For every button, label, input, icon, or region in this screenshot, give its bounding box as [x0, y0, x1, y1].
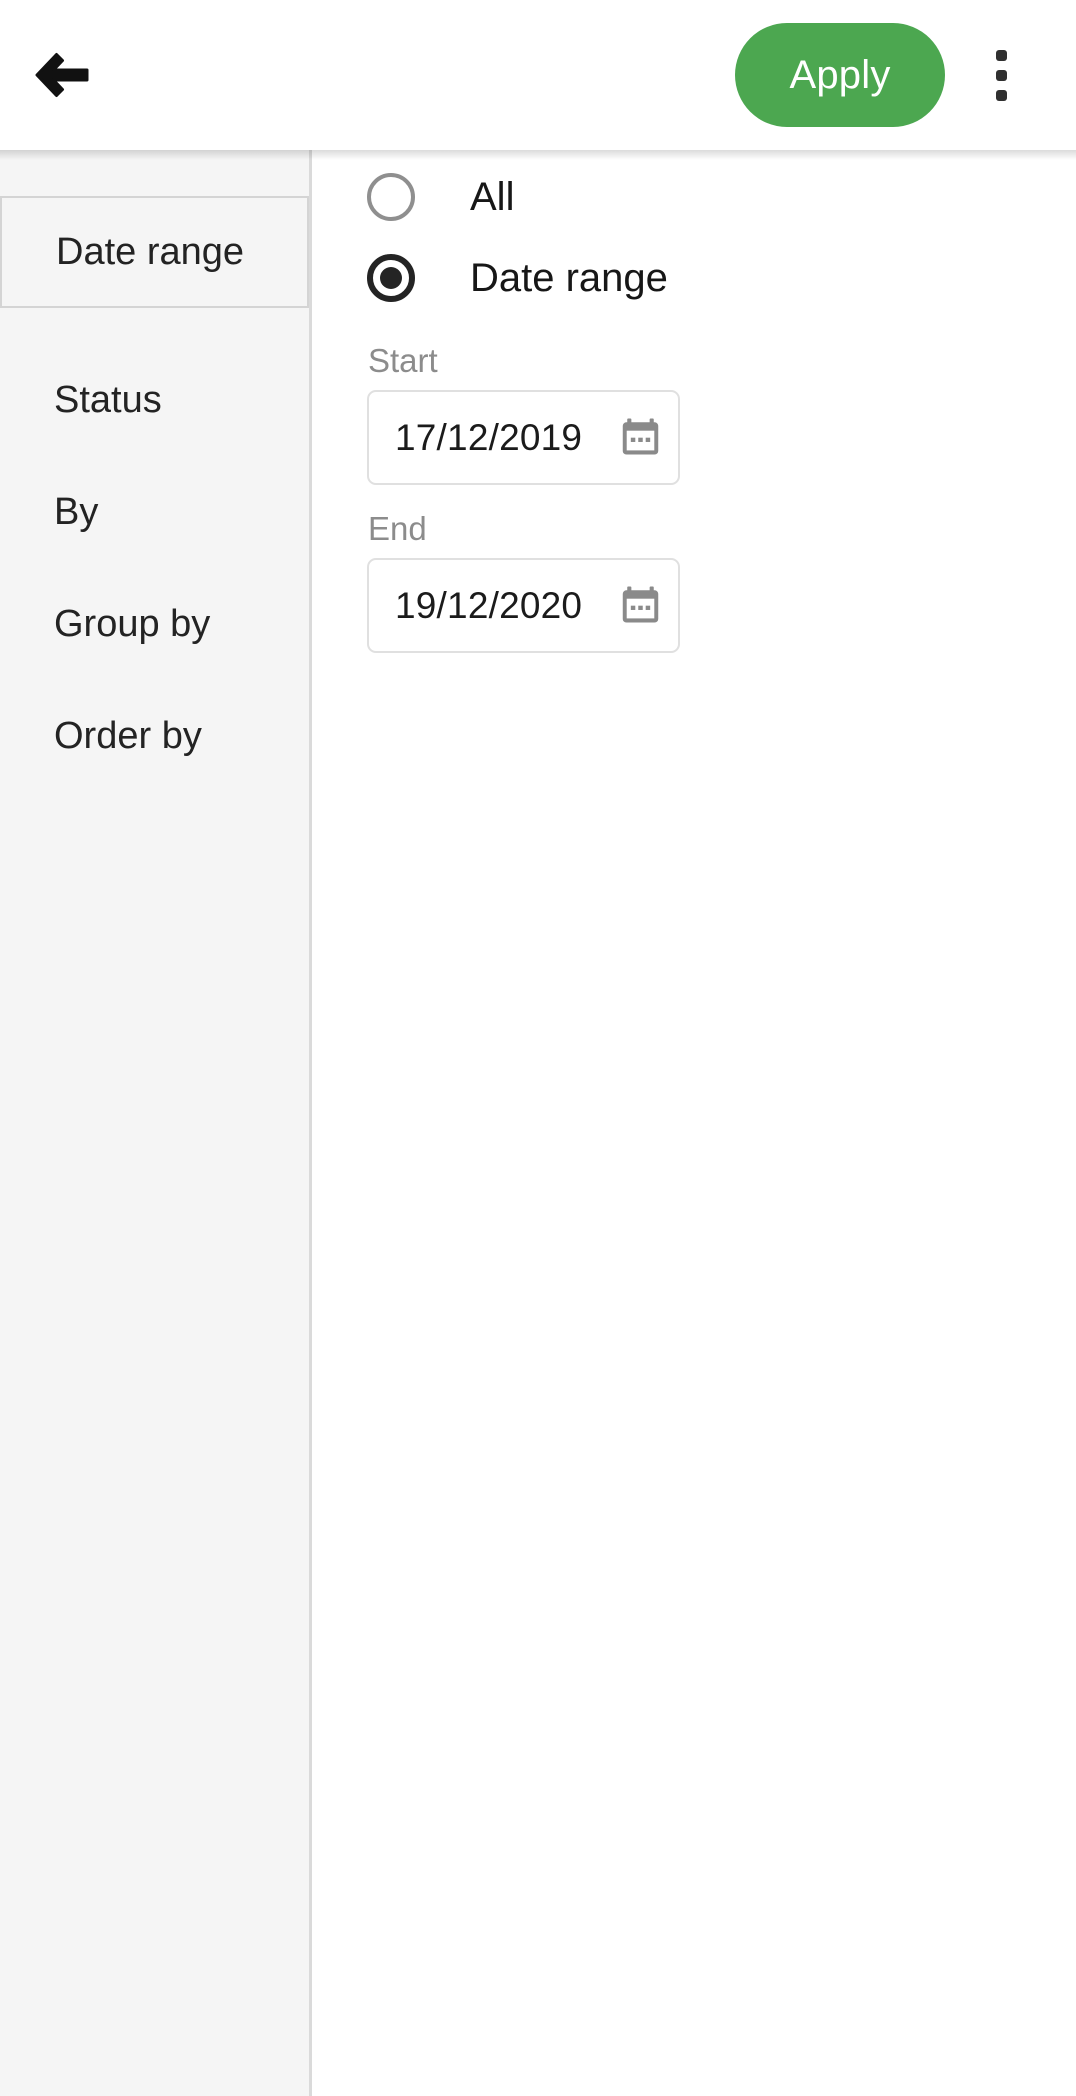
sidebar-item-label: Order by: [54, 714, 202, 757]
radio-label: All: [470, 175, 515, 219]
start-field-label: Start: [368, 342, 438, 379]
more-vertical-icon-dot: [995, 69, 1007, 81]
apply-button[interactable]: Apply: [735, 23, 945, 127]
sidebar-item-date-range[interactable]: Date range: [0, 196, 309, 308]
calendar-icon[interactable]: [619, 416, 662, 459]
app-bar-shadow: [0, 150, 1076, 160]
sidebar-item-status[interactable]: Status: [0, 344, 309, 456]
sidebar-item-label: By: [54, 490, 99, 533]
arrow-left-icon: [35, 53, 89, 97]
sidebar-item-label: Status: [54, 378, 162, 421]
end-date-value: 19/12/2020: [395, 585, 583, 626]
sidebar: Date range Status By Group by Order by: [0, 150, 312, 2096]
body: Date range Status By Group by Order by A…: [0, 150, 1076, 2096]
sidebar-item-label: Group by: [54, 602, 211, 645]
radio-option-date-range[interactable]: Date range: [367, 239, 1076, 317]
back-button[interactable]: [16, 29, 108, 121]
end-date-input[interactable]: 19/12/2020: [367, 558, 680, 653]
calendar-icon[interactable]: [619, 584, 662, 627]
more-vertical-icon-dot: [995, 49, 1007, 61]
sidebar-item-group-by[interactable]: Group by: [0, 568, 309, 680]
overflow-menu-button[interactable]: [965, 29, 1037, 121]
radio-option-all[interactable]: All: [367, 158, 1076, 236]
more-vertical-icon-dot: [995, 89, 1007, 101]
end-field-label: End: [368, 510, 427, 547]
radio-circle-selected-icon[interactable]: [367, 254, 415, 302]
sidebar-item-order-by[interactable]: Order by: [0, 680, 309, 792]
radio-circle-icon[interactable]: [367, 173, 415, 221]
radio-label: Date range: [470, 256, 668, 300]
sidebar-item-label: Date range: [56, 230, 245, 273]
app-bar: Apply: [0, 0, 1076, 150]
content-panel: All Date range Start 17/12/2019 End 19/1…: [312, 150, 1076, 2096]
apply-button-label: Apply: [789, 53, 891, 97]
start-date-input[interactable]: 17/12/2019: [367, 390, 680, 485]
sidebar-item-by[interactable]: By: [0, 456, 309, 568]
start-date-value: 17/12/2019: [395, 417, 583, 458]
